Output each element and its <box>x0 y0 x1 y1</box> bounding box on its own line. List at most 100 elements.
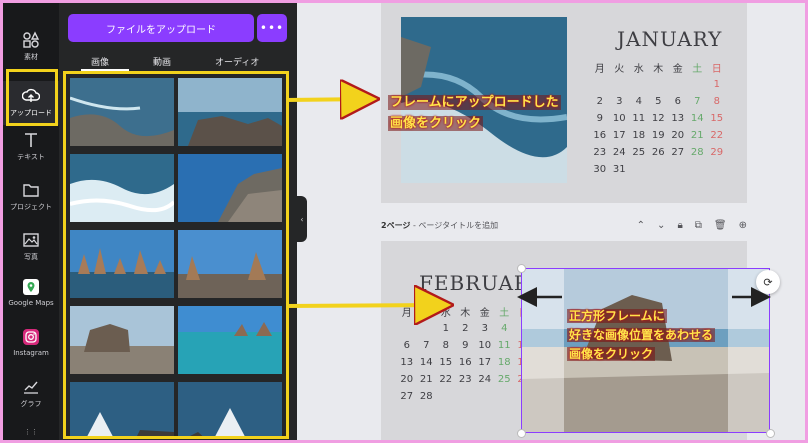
weekday-label: 水 <box>633 64 644 75</box>
chevron-up-icon[interactable]: ⌃ <box>637 220 645 231</box>
rail-item-projects[interactable]: プロジェクト <box>3 181 59 217</box>
image-thumbnail-rock-pillars-2[interactable] <box>178 230 282 298</box>
day-cell: 7 <box>423 340 430 351</box>
day-cell: 4 <box>635 96 642 107</box>
collapse-panel-button[interactable]: ‹ <box>297 196 307 242</box>
callout-2-line-1: 正方形フレームに <box>567 309 667 323</box>
image-thumbnail-rock-beach[interactable] <box>70 306 174 374</box>
rail-item-charts[interactable]: グラフ <box>3 378 59 414</box>
upload-file-button[interactable]: ファイルをアップロード <box>68 14 254 42</box>
weekday-label: 土 <box>499 308 510 319</box>
weekday-label: 土 <box>692 64 703 75</box>
resize-handle-bottom-left[interactable] <box>517 429 526 438</box>
page-title-input[interactable]: ページタイトルを追加 <box>418 221 498 230</box>
photo-icon <box>23 233 39 247</box>
day-cell: 29 <box>710 147 724 158</box>
rail-item-elements[interactable]: 素材 <box>3 31 59 67</box>
folder-icon <box>23 184 39 197</box>
weekday-label: 水 <box>440 308 451 319</box>
tab-audio[interactable]: オーディオ <box>215 55 259 68</box>
google-maps-icon <box>23 279 39 295</box>
rail-label-google-maps: Google Maps <box>8 299 54 307</box>
page-actions: ⌃ ⌄ 🔒︎ ⧉ 🗑︎ ⊕ <box>637 220 747 231</box>
day-cell: 10 <box>478 340 492 351</box>
image-thumbnail-rocky-shore[interactable] <box>70 78 174 146</box>
weekday-label: 金 <box>479 308 490 319</box>
day-cell: 12 <box>651 113 665 124</box>
day-cell: 11 <box>632 113 646 124</box>
day-cell: 6 <box>403 340 410 351</box>
day-cell: 20 <box>400 374 414 385</box>
day-cell: 23 <box>458 374 472 385</box>
week-row: 27 28 <box>397 388 534 405</box>
week-row: 6789101112 <box>397 337 534 354</box>
image-thumbnail-splash[interactable] <box>70 382 174 439</box>
instagram-icon <box>23 329 39 345</box>
day-cell: 24 <box>478 374 492 385</box>
day-cell: 27 <box>400 391 414 402</box>
day-cell: 9 <box>462 340 469 351</box>
callout-1-line-1: フレームにアップロードした <box>388 95 561 110</box>
media-tabs: 画像 動画 オーディオ <box>59 51 297 71</box>
resize-handle-bottom-right[interactable] <box>766 429 775 438</box>
day-cell: 19 <box>651 130 665 141</box>
upload-panel: ファイルをアップロード ••• 画像 動画 オーディオ <box>59 3 297 440</box>
day-cell: 31 <box>612 164 626 175</box>
week-row: 13141516171819 <box>397 354 534 371</box>
tab-images[interactable]: 画像 <box>91 55 109 68</box>
uploaded-images-grid <box>63 71 289 439</box>
day-cell: 13 <box>400 357 414 368</box>
day-cell: 10 <box>612 113 626 124</box>
day-cell: 3 <box>481 323 488 334</box>
day-cell: 26 <box>651 147 665 158</box>
image-thumbnail-waves[interactable] <box>70 154 174 222</box>
image-thumbnail-rock-sea[interactable] <box>178 78 282 146</box>
lock-icon[interactable]: 🔒︎ <box>677 220 682 231</box>
weekday-label: 木 <box>460 308 471 319</box>
chevron-left-icon: ‹ <box>300 214 304 224</box>
day-cell: 13 <box>671 113 685 124</box>
rotate-button[interactable]: ⟳ <box>756 270 780 294</box>
week-row: 16 17 18 19 20 21 22 <box>590 127 727 144</box>
month-title-january: JANUARY <box>617 27 723 51</box>
more-options-button[interactable]: ••• <box>257 14 287 42</box>
weekday-label: 月 <box>594 64 605 75</box>
rotate-icon: ⟳ <box>763 275 773 289</box>
day-cell: 22 <box>439 374 453 385</box>
weekday-label: 日 <box>711 64 722 75</box>
rail-item-text[interactable]: テキスト <box>3 131 59 167</box>
day-cell: 23 <box>593 147 607 158</box>
day-cell: 16 <box>458 357 472 368</box>
arrow-to-first-callout <box>285 99 372 100</box>
tab-videos[interactable]: 動画 <box>153 55 171 68</box>
duplicate-icon[interactable]: ⧉ <box>695 220 702 231</box>
day-cell: 3 <box>616 96 623 107</box>
weekday-label: 木 <box>653 64 664 75</box>
image-thumbnail-cliff[interactable] <box>178 154 282 222</box>
add-page-icon[interactable]: ⊕ <box>739 220 747 231</box>
resize-handle-top-left[interactable] <box>517 264 526 273</box>
day-cell: 25 <box>497 374 511 385</box>
image-thumbnail-splash-2[interactable] <box>178 382 282 439</box>
day-cell: 28 <box>690 147 704 158</box>
rail-item-apps[interactable]: ⋮⋮ <box>3 429 59 439</box>
day-cell: 28 <box>419 391 433 402</box>
day-cell: 20 <box>671 130 685 141</box>
week-row: 9 10 11 12 13 14 15 <box>590 110 727 127</box>
day-cell: 11 <box>497 340 511 351</box>
image-thumbnail-sea-rocks[interactable] <box>178 306 282 374</box>
page-2-toolbar: 2ページ - ページタイトルを追加 ⌃ ⌄ 🔒︎ ⧉ 🗑︎ ⊕ <box>381 220 747 236</box>
weekday-row: 月火水木金土日 <box>397 303 534 320</box>
rail-item-google-maps[interactable]: Google Maps <box>3 278 59 314</box>
image-thumbnail-rock-pillars[interactable] <box>70 230 174 298</box>
week-row: 30 31 <box>590 161 727 178</box>
trash-icon[interactable]: 🗑︎ <box>714 220 727 231</box>
shapes-icon <box>23 31 40 48</box>
day-cell: 27 <box>671 147 685 158</box>
page-number-label: 2ページ <box>381 221 411 230</box>
rail-item-photos[interactable]: 写真 <box>3 231 59 267</box>
rail-item-instagram[interactable]: Instagram <box>3 328 59 364</box>
chevron-down-icon[interactable]: ⌄ <box>657 220 665 231</box>
weekday-label: 火 <box>614 64 625 75</box>
day-cell: 1 <box>442 323 449 334</box>
